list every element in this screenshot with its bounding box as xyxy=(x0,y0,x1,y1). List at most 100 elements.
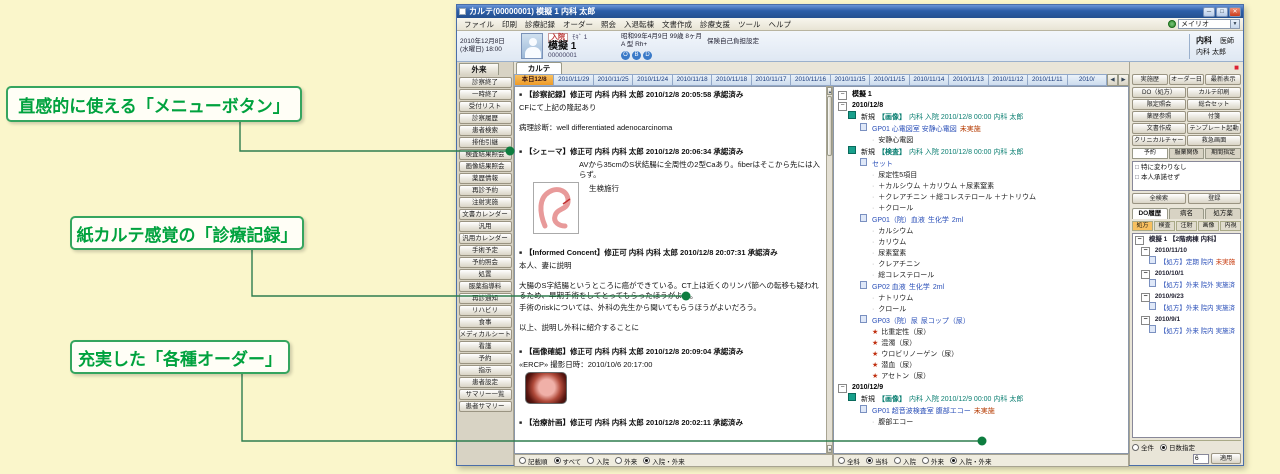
sidebar-menu-button[interactable]: 予約照会 xyxy=(459,257,512,268)
history-tab[interactable]: DO履歴 xyxy=(1132,208,1168,219)
sidebar-menu-button[interactable]: 文書カレンダー xyxy=(459,209,512,220)
sidebar-menu-button[interactable]: 患者サマリー xyxy=(459,401,512,412)
panel-button[interactable]: 文書作成 xyxy=(1132,123,1186,134)
filter-tab[interactable]: 注射 xyxy=(1176,221,1197,231)
scroll-down-icon[interactable] xyxy=(827,445,832,453)
menu-item[interactable]: オーダー xyxy=(559,19,597,30)
filter-tab[interactable]: 内視 xyxy=(1220,221,1241,231)
close-button[interactable]: ✕ xyxy=(1229,7,1241,17)
sidebar-menu-button[interactable]: 注射実施 xyxy=(459,197,512,208)
order-row[interactable]: 新規【画像】内科 入院 2010/12/9 00:00 内科 太郎 xyxy=(836,393,1126,405)
order-row[interactable]: 模擬 1 xyxy=(836,89,1126,100)
order-row[interactable]: 新規【検査】内科 入院 2010/12/8 00:00 内科 太郎 xyxy=(836,146,1126,158)
order-row[interactable]: GP01（院）血液生化学2ml xyxy=(836,214,1126,226)
do-history-row[interactable]: 2010/10/1 xyxy=(1135,269,1238,280)
panel-button[interactable]: 全検索 xyxy=(1132,193,1186,204)
panel-button[interactable]: カルテ印刷 xyxy=(1187,87,1241,98)
sidebar-menu-button[interactable]: 一時終了 xyxy=(459,89,512,100)
sidebar-menu-button[interactable]: サマリー一覧 xyxy=(459,389,512,400)
panel-button[interactable]: 救急画面 xyxy=(1187,135,1241,146)
entry-header[interactable]: 【Informed Concent】修正可 内科 内科 太郎 2010/12/8… xyxy=(519,248,822,258)
patient-photo[interactable] xyxy=(521,33,543,59)
panel-button[interactable]: 薬歴参照 xyxy=(1132,111,1186,122)
date-tab[interactable]: 2010/ xyxy=(1068,74,1107,86)
sidebar-menu-button[interactable]: 再診予約 xyxy=(459,185,512,196)
order-row[interactable]: GP01 超音波検査室 腹部エコー未実施 xyxy=(836,405,1126,417)
panel-button[interactable]: DO（処方） xyxy=(1132,87,1186,98)
menu-item[interactable]: ファイル xyxy=(460,19,498,30)
panel-button[interactable]: 登録 xyxy=(1188,193,1242,204)
panel-button[interactable]: 最新表示 xyxy=(1205,74,1241,85)
sidebar-menu-button[interactable]: 指示 xyxy=(459,365,512,376)
date-tab[interactable]: 2010/11/18 xyxy=(673,74,712,86)
history-tab[interactable]: 病名 xyxy=(1169,208,1205,219)
order-row[interactable]: ＋クロール xyxy=(836,203,1126,214)
order-row[interactable]: 2010/12/8 xyxy=(836,100,1126,111)
tab-scroll-left-icon[interactable]: ◀ xyxy=(1107,74,1118,86)
radio-option[interactable]: 当科 xyxy=(866,456,888,466)
radio-option[interactable]: 外来 xyxy=(922,456,944,466)
window-titlebar[interactable]: カルテ(00000001) 模擬 1 内科 太郎 ─ □ ✕ xyxy=(457,5,1243,18)
entry-header[interactable]: 【診察記録】修正可 内科 内科 太郎 2010/12/8 20:05:58 承認… xyxy=(519,90,822,100)
date-tab[interactable]: 2010/11/29 xyxy=(554,74,593,86)
memo-item[interactable]: 本人承諾せず xyxy=(1135,173,1238,183)
memo-tab[interactable]: 予約 xyxy=(1132,148,1168,159)
do-history-row[interactable]: 模擬 1 【2階病棟 内科】 xyxy=(1135,235,1238,246)
date-tab[interactable]: 2010/11/12 xyxy=(989,74,1028,86)
scroll-up-icon[interactable] xyxy=(827,87,832,95)
count-input[interactable] xyxy=(1193,454,1209,464)
radio-option[interactable]: 全件 xyxy=(1132,442,1154,452)
do-history-row[interactable]: 2010/11/10 xyxy=(1135,246,1238,257)
sidebar-menu-button[interactable]: 検査結果照会 xyxy=(459,149,512,160)
date-tab[interactable]: 2010/11/15 xyxy=(831,74,870,86)
maximize-button[interactable]: □ xyxy=(1216,7,1228,17)
order-row[interactable]: ★ウロビリノーゲン（尿） xyxy=(836,349,1126,360)
order-row[interactable]: カリウム xyxy=(836,237,1126,248)
run-icon[interactable] xyxy=(1168,20,1176,28)
sidebar-menu-button[interactable]: 診察履歴 xyxy=(459,113,512,124)
radio-option[interactable]: 外来 xyxy=(615,456,637,466)
date-tab[interactable]: 2010/11/25 xyxy=(594,74,633,86)
tab-scroll-right-icon[interactable]: ▶ xyxy=(1118,74,1129,86)
sidebar-menu-button[interactable]: 患者検索 xyxy=(459,125,512,136)
order-row[interactable]: 尿定性5項目 xyxy=(836,170,1126,181)
sidebar-menu-button[interactable]: メディカルシート xyxy=(459,329,512,340)
sidebar-menu-button[interactable]: 排他引継 xyxy=(459,137,512,148)
memo-tab[interactable]: 期間指定 xyxy=(1205,148,1241,159)
sidebar-menu-button[interactable]: リハビリ xyxy=(459,305,512,316)
panel-button[interactable]: クリニカルチャート xyxy=(1132,135,1186,146)
insurance-label[interactable]: 保険自己負担設定 xyxy=(707,35,759,45)
panel-button[interactable]: 総合セット xyxy=(1187,99,1241,110)
sidebar-menu-button[interactable]: 再診通知 xyxy=(459,293,512,304)
sidebar-menu-button[interactable]: 患者設定 xyxy=(459,377,512,388)
memo-tab[interactable]: 服薬関係 xyxy=(1169,148,1205,159)
panel-button[interactable]: テンプレート起動 xyxy=(1187,123,1241,134)
order-row[interactable]: 新規【画像】内科 入院 2010/12/8 00:00 内科 太郎 xyxy=(836,111,1126,123)
entry-header[interactable]: 【シェーマ】修正可 内科 内科 太郎 2010/12/8 20:06:34 承認… xyxy=(519,147,822,157)
order-row[interactable]: 2010/12/9 xyxy=(836,382,1126,393)
order-row[interactable]: 尿素窒素 xyxy=(836,248,1126,259)
scrollbar-track[interactable] xyxy=(827,157,832,445)
sidebar-menu-button[interactable]: 看護 xyxy=(459,341,512,352)
menu-item[interactable]: 照会 xyxy=(597,19,620,30)
do-history-row[interactable]: 【処方】外来 院内実施済 xyxy=(1135,302,1238,315)
order-row[interactable]: GP02 血液生化学2ml xyxy=(836,281,1126,293)
menu-item[interactable]: 診療支援 xyxy=(696,19,734,30)
radio-option[interactable]: 入院 xyxy=(894,456,916,466)
chart-record-area[interactable]: 【診察記録】修正可 内科 内科 太郎 2010/12/8 20:05:58 承認… xyxy=(514,86,826,454)
order-row[interactable]: クロール xyxy=(836,304,1126,315)
do-history-row[interactable]: 2010/9/1 xyxy=(1135,315,1238,326)
tab-outpatient[interactable]: 外来 xyxy=(459,63,499,75)
filter-tab[interactable]: 処方 xyxy=(1132,221,1153,231)
menu-item[interactable]: 診療記録 xyxy=(521,19,559,30)
sidebar-menu-button[interactable]: 予約 xyxy=(459,353,512,364)
radio-option[interactable]: すべて xyxy=(554,456,582,466)
entry-header[interactable]: 【画像確認】修正可 内科 内科 太郎 2010/12/8 20:09:04 承認… xyxy=(519,347,822,357)
panel-button[interactable]: 付箋 xyxy=(1187,111,1241,122)
radio-option[interactable]: 記載順 xyxy=(519,456,548,466)
date-tab[interactable]: 2010/11/15 xyxy=(870,74,909,86)
memo-item[interactable]: 特に変わりなし xyxy=(1135,163,1238,173)
date-tab[interactable]: 2010/11/16 xyxy=(791,74,830,86)
menu-item[interactable]: 印刷 xyxy=(498,19,521,30)
apply-button[interactable]: 適用 xyxy=(1211,453,1241,464)
